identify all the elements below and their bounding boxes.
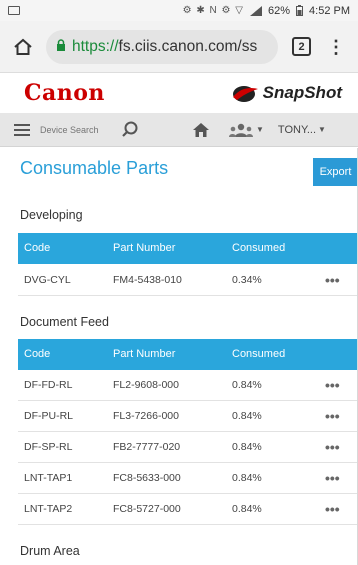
signal-icon — [250, 5, 262, 16]
status-icons: ⚙ ✱ N ⚙ ▽ — [182, 5, 244, 16]
row-actions-button[interactable]: ••• — [325, 432, 340, 463]
section-title-document-feed: Document Feed — [20, 315, 109, 329]
users-dropdown-caret-icon[interactable]: ▼ — [256, 125, 264, 134]
row-actions-button[interactable]: ••• — [325, 370, 340, 401]
home-outline-icon — [14, 38, 32, 55]
row-actions-button[interactable]: ••• — [325, 494, 340, 525]
header-consumed: Consumed — [232, 348, 286, 360]
snapshot-swoosh-icon — [232, 86, 258, 102]
home-icon[interactable] — [192, 121, 210, 139]
cell-part-number: FC8-5727-000 — [113, 503, 181, 515]
snapshot-logo: SnapShot — [231, 83, 342, 103]
row-actions-button[interactable]: ••• — [325, 265, 340, 296]
cell-code: LNT-TAP2 — [24, 503, 73, 515]
app-name: SnapShot — [262, 83, 342, 102]
users-icon[interactable] — [228, 122, 254, 138]
table-row: LNT-TAP1 FC8-5633-000 0.84% ••• — [18, 463, 357, 494]
image-notification-icon — [8, 6, 20, 15]
row-actions-button[interactable]: ••• — [325, 463, 340, 494]
table-row: LNT-TAP2 FC8-5727-000 0.84% ••• — [18, 494, 357, 525]
browser-home-button[interactable] — [10, 34, 36, 60]
cell-part-number: FM4-5438-010 — [113, 274, 182, 286]
brand-bar: Canon SnapShot — [0, 73, 358, 113]
status-bar-right: ⚙ ✱ N ⚙ ▽ 62% 4:52 PM — [183, 5, 350, 17]
section-title-drum-area: Drum Area — [20, 544, 80, 558]
app-toolbar: ▼ TONY... ▼ — [0, 113, 358, 147]
header-code: Code — [24, 348, 51, 360]
header-consumed: Consumed — [232, 242, 286, 254]
url-field[interactable]: https://fs.ciis.canon.com/ss — [46, 29, 278, 64]
status-bar: ⚙ ✱ N ⚙ ▽ 62% 4:52 PM — [0, 0, 358, 21]
page-title: Consumable Parts — [20, 158, 169, 178]
cell-consumed: 0.34% — [232, 274, 262, 286]
cell-consumed: 0.84% — [232, 472, 262, 484]
table-row: DVG-CYL FM4-5438-010 0.34% ••• — [18, 265, 357, 296]
cell-code: DF-SP-RL — [24, 441, 73, 453]
export-button[interactable]: Export — [313, 158, 358, 186]
menu-icon[interactable] — [14, 123, 30, 136]
table-row: DF-SP-RL FB2-7777-020 0.84% ••• — [18, 432, 357, 463]
header-code: Code — [24, 242, 51, 254]
cell-part-number: FB2-7777-020 — [113, 441, 181, 453]
cell-code: DF-PU-RL — [24, 410, 73, 422]
header-part-number: Part Number — [113, 242, 176, 254]
user-dropdown-caret-icon[interactable]: ▼ — [318, 125, 326, 134]
cell-consumed: 0.84% — [232, 410, 262, 422]
tab-switcher-button[interactable]: 2 — [292, 37, 311, 56]
row-actions-button[interactable]: ••• — [325, 401, 340, 432]
search-icon[interactable] — [120, 120, 140, 140]
browser-menu-button[interactable]: ⋮ — [327, 38, 345, 56]
battery-icon — [296, 5, 304, 16]
section-title-developing: Developing — [20, 208, 83, 222]
table-row: DF-PU-RL FL3-7266-000 0.84% ••• — [18, 401, 357, 432]
cell-part-number: FL3-7266-000 — [113, 410, 179, 422]
cell-part-number: FC8-5633-000 — [113, 472, 181, 484]
cell-part-number: FL2-9608-000 — [113, 379, 179, 391]
cell-code: LNT-TAP1 — [24, 472, 73, 484]
table-row: DF-FD-RL FL2-9608-000 0.84% ••• — [18, 370, 357, 401]
cell-code: DVG-CYL — [24, 274, 71, 286]
table-header: Code Part Number Consumed — [18, 339, 357, 370]
header-part-number: Part Number — [113, 348, 176, 360]
url-host: fs.ciis.canon.com/ss — [118, 37, 258, 55]
cell-consumed: 0.84% — [232, 379, 262, 391]
user-menu[interactable]: TONY... — [278, 124, 316, 136]
url-scheme: https:// — [72, 37, 119, 55]
battery-percent: 62% — [268, 4, 291, 17]
table-header: Code Part Number Consumed — [18, 233, 357, 264]
page-header: Consumable Parts Export — [0, 150, 358, 190]
browser-address-bar: https://fs.ciis.canon.com/ss 2 ⋮ — [0, 21, 358, 73]
cell-code: DF-FD-RL — [24, 379, 73, 391]
canon-logo: Canon — [24, 80, 105, 106]
cell-consumed: 0.84% — [232, 503, 262, 515]
lock-icon — [56, 39, 66, 54]
clock: 4:52 PM — [309, 4, 350, 17]
cell-consumed: 0.84% — [232, 441, 262, 453]
